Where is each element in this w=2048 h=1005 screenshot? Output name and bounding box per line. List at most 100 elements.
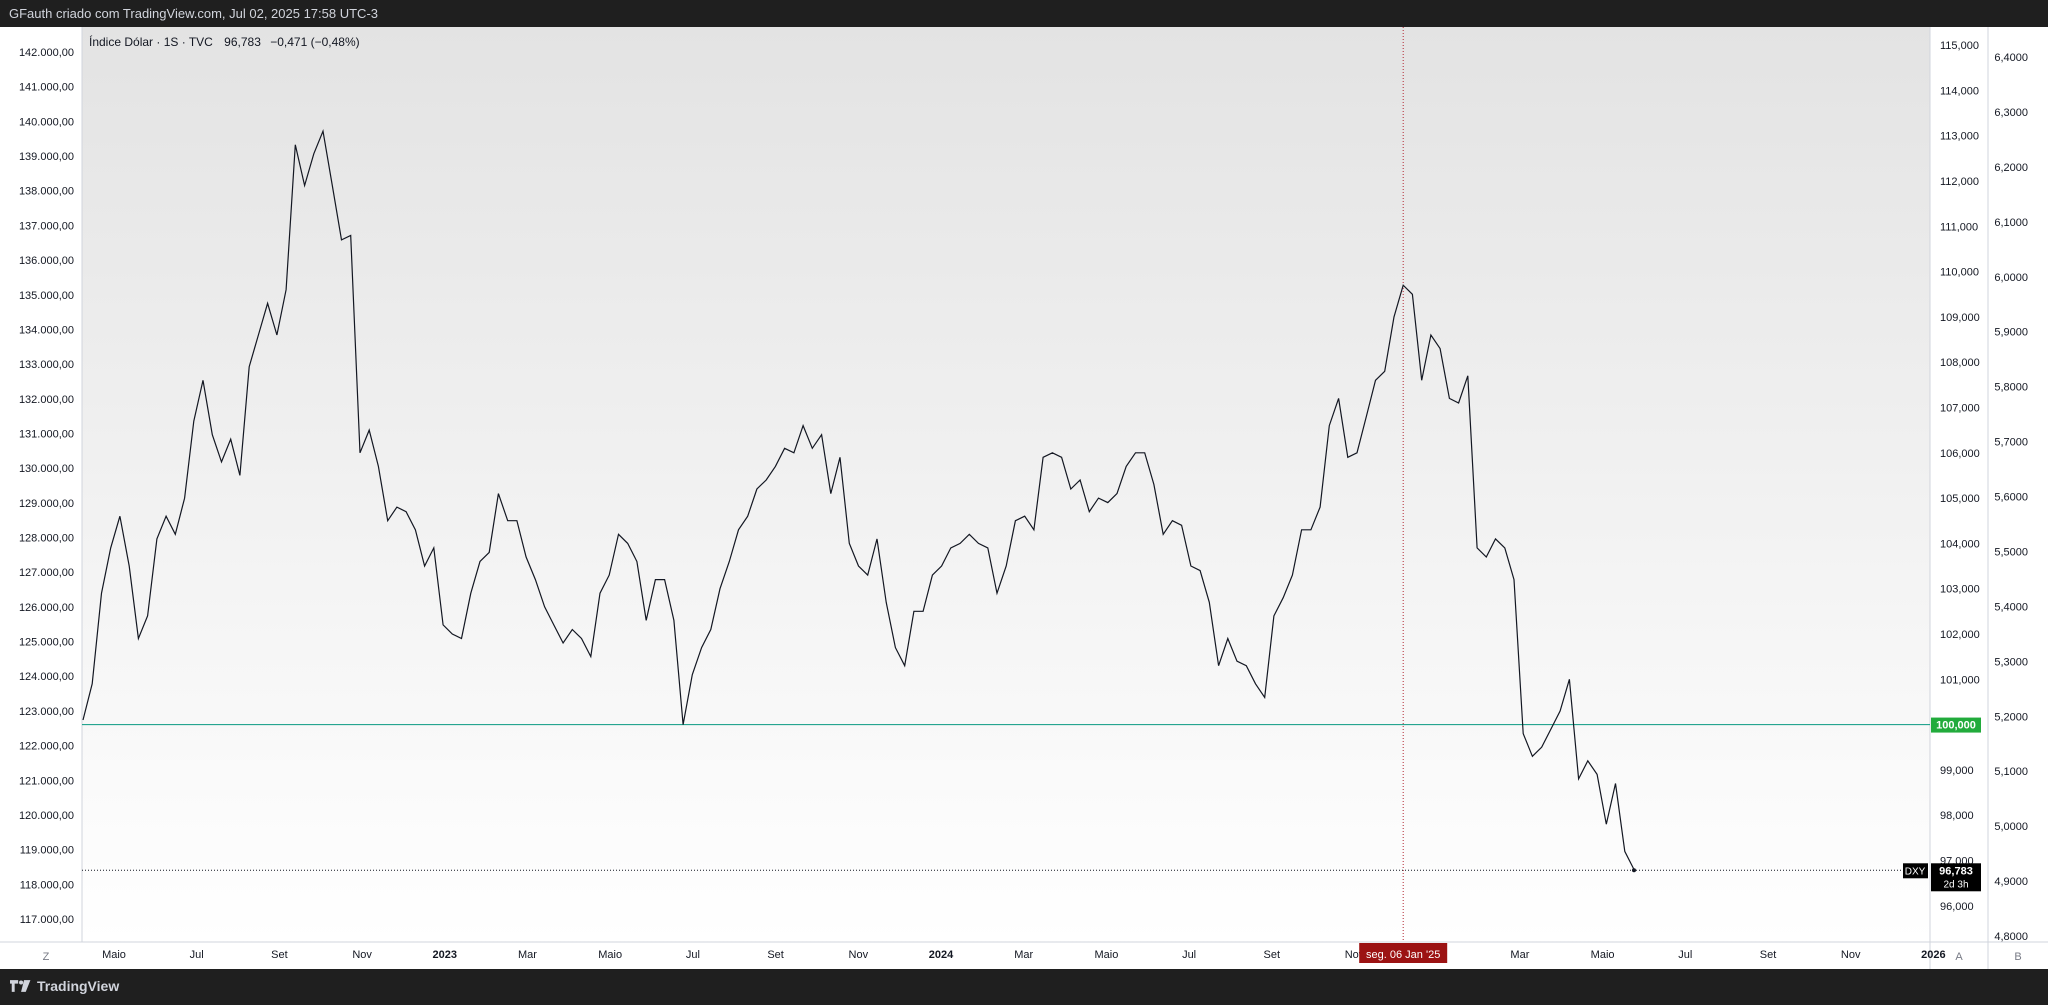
bar-countdown: 2d 3h [1943, 879, 1968, 890]
right-price-axis[interactable] [1930, 27, 1988, 942]
far-right-axis-tick-label: 4,9000 [1994, 876, 2028, 888]
time-axis-label: 2024 [929, 949, 954, 961]
left-axis-tick-label: 125.000,00 [19, 637, 74, 649]
time-axis-label: Maio [1094, 949, 1118, 961]
left-axis-tick-label: 136.000,00 [19, 255, 74, 267]
right-axis-tick-label: 115,000 [1940, 40, 1979, 52]
left-axis-tick-label: 120.000,00 [19, 810, 74, 822]
left-axis-tick-label: 135.000,00 [19, 290, 74, 302]
right-axis-tick-label: 114,000 [1940, 85, 1979, 97]
time-axis-label: Set [1760, 949, 1777, 961]
left-axis-tick-label: 142.000,00 [19, 47, 74, 59]
far-right-axis-tick-label: 5,0000 [1994, 821, 2028, 833]
time-axis-label: Jul [1182, 949, 1196, 961]
legend-symbol: Índice Dólar · 1S · TVC [89, 34, 213, 49]
time-axis-label: Jul [1678, 949, 1692, 961]
left-axis-tick-label: 123.000,00 [19, 706, 74, 718]
left-axis-tick-label: 141.000,00 [19, 82, 74, 94]
far-right-axis-tick-label: 5,6000 [1994, 492, 2028, 504]
last-price-point [1632, 868, 1636, 873]
left-axis-tick-label: 132.000,00 [19, 394, 74, 406]
left-axis-tick-label: 139.000,00 [19, 151, 74, 163]
right-axis-tick-label: 110,000 [1940, 267, 1979, 279]
time-axis-label: Nov [1841, 949, 1861, 961]
right-axis-tick-label: 111,000 [1940, 221, 1978, 233]
far-right-axis-tick-label: 6,4000 [1994, 52, 2028, 64]
right-axis-tick-label: 113,000 [1940, 131, 1979, 143]
left-axis-tick-label: 117.000,00 [20, 914, 74, 926]
legend-price: 96,783 [224, 35, 261, 49]
time-axis-label: Set [271, 949, 288, 961]
time-axis-label: Nov [352, 949, 372, 961]
far-right-axis-tick-label: 5,9000 [1994, 327, 2028, 339]
right-axis-tick-label: 102,000 [1940, 629, 1980, 641]
time-axis-label: Maio [102, 949, 126, 961]
scale-left-button[interactable]: Z [43, 951, 50, 963]
left-axis-tick-label: 129.000,00 [19, 498, 74, 510]
last-price-value: 96,783 [1939, 865, 1973, 877]
auto-scale-button[interactable]: A [1955, 951, 1963, 963]
far-right-axis-tick-label: 5,1000 [1994, 766, 2028, 778]
time-axis-label: Jul [190, 949, 204, 961]
far-right-axis-tick-label: 5,4000 [1994, 601, 2028, 613]
left-axis-tick-label: 124.000,00 [19, 671, 74, 683]
left-price-axis[interactable] [0, 27, 82, 942]
crosshair-date-label: seg. 06 Jan '25 [1359, 943, 1448, 963]
left-axis-tick-label: 121.000,00 [19, 775, 74, 787]
right-axis-tick-label: 96,000 [1940, 901, 1974, 913]
tradingview-logo-icon [10, 980, 31, 992]
time-axis-label: Nov [849, 949, 869, 961]
right-axis-tick-label: 101,000 [1940, 674, 1980, 686]
time-axis-label: Maio [598, 949, 622, 961]
right-axis-tick-label: 112,000 [1940, 176, 1979, 188]
left-axis-tick-label: 133.000,00 [19, 359, 74, 371]
far-right-axis-tick-label: 5,7000 [1994, 437, 2028, 449]
left-axis-tick-label: 134.000,00 [19, 324, 74, 336]
left-axis-tick-label: 127.000,00 [19, 567, 74, 579]
time-axis-label: 2026 [1921, 949, 1945, 961]
right-axis-tick-label: 98,000 [1940, 810, 1974, 822]
left-axis-tick-label: 131.000,00 [19, 428, 74, 440]
chart-legend[interactable]: Índice Dólar · 1S · TVC 96,783 −0,471 (−… [89, 34, 360, 49]
right-axis-tick-label: 106,000 [1940, 448, 1980, 460]
far-right-axis-tick-label: 5,2000 [1994, 711, 2028, 723]
log-scale-button[interactable]: B [2014, 951, 2021, 963]
right-axis-tick-label: 108,000 [1940, 357, 1980, 369]
time-axis-label: Maio [1591, 949, 1615, 961]
right-axis-tick-label: 103,000 [1940, 584, 1980, 596]
far-right-axis-tick-label: 6,0000 [1994, 272, 2028, 284]
far-right-axis-tick-label: 5,3000 [1994, 656, 2028, 668]
plot-area[interactable] [82, 27, 1930, 942]
footer-bar: TradingView [0, 969, 2048, 1005]
left-axis-tick-label: 130.000,00 [19, 463, 74, 475]
chart[interactable]: 117.000,00 118.000,00 119.000,00 120.000,00… [0, 0, 2048, 969]
right-axis-tick-label: 104,000 [1940, 538, 1980, 550]
ticker-label: DXY [1905, 866, 1926, 877]
left-axis-tick-label: 119.000,00 [20, 845, 74, 857]
time-axis-label: 2023 [433, 949, 457, 961]
right-axis-tick-label: 109,000 [1940, 312, 1980, 324]
svg-text:seg. 06 Jan '25: seg. 06 Jan '25 [1366, 949, 1440, 961]
time-axis-label: Jul [686, 949, 700, 961]
left-axis-tick-label: 138.000,00 [19, 186, 74, 198]
far-right-axis-tick-label: 6,2000 [1994, 162, 2028, 174]
left-axis-tick-label: 137.000,00 [19, 220, 74, 232]
far-right-axis-tick-label: 4,8000 [1994, 931, 2028, 943]
far-right-axis-tick-label: 5,8000 [1994, 382, 2028, 394]
time-axis-label: Mar [518, 949, 537, 961]
time-axis-label: Mar [1014, 949, 1033, 961]
tradingview-brand[interactable]: TradingView [10, 978, 119, 994]
far-right-axis-tick-label: 6,3000 [1994, 107, 2028, 119]
footer-brand-text: TradingView [37, 978, 120, 994]
left-axis-tick-label: 118.000,00 [20, 879, 74, 891]
legend-change: −0,471 (−0,48%) [270, 35, 359, 49]
far-right-axis-tick-label: 6,1000 [1994, 217, 2028, 229]
level-price-label[interactable]: 100,000 [1931, 717, 1981, 733]
left-axis-tick-label: 140.000,00 [19, 116, 74, 128]
right-axis-tick-label: 105,000 [1940, 493, 1980, 505]
time-axis-label: Mar [1510, 949, 1529, 961]
time-axis-label: Set [767, 949, 784, 961]
left-axis-tick-label: 122.000,00 [19, 741, 74, 753]
left-axis-tick-label: 128.000,00 [19, 533, 74, 545]
svg-text:100,000: 100,000 [1936, 720, 1976, 732]
